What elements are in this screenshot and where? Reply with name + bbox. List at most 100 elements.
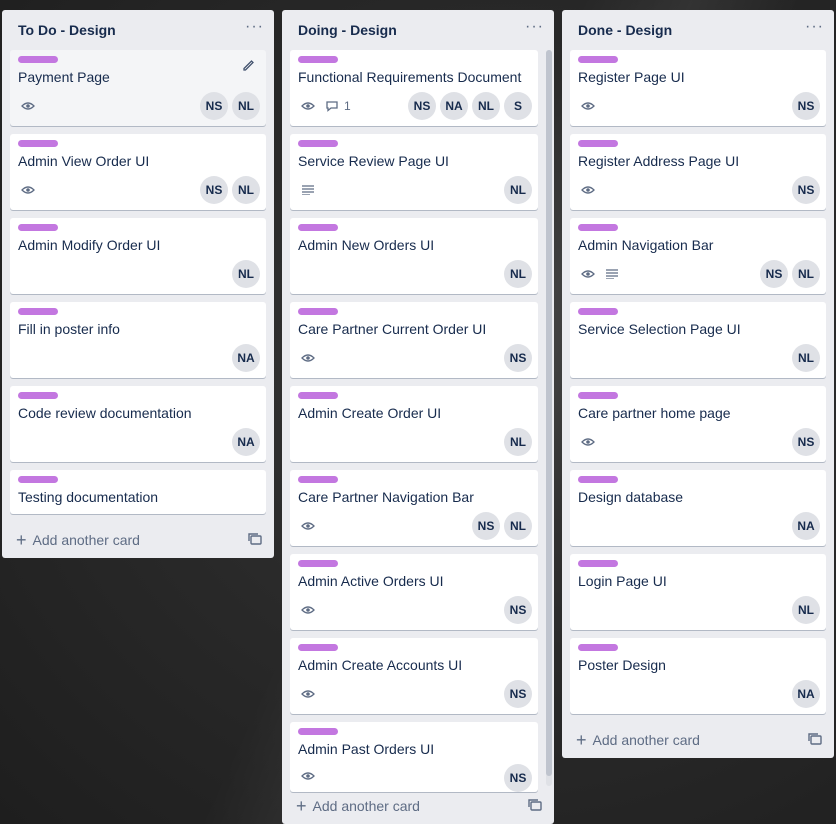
label-purple[interactable] [298,644,338,651]
card[interactable]: Care Partner Navigation Bar NS NL [290,470,538,546]
list-title[interactable]: To Do - Design [18,22,116,38]
member-avatar[interactable]: NL [792,344,820,372]
template-icon[interactable] [528,798,542,814]
member-avatar[interactable]: NA [440,92,468,120]
card[interactable]: Admin Past Orders UI NS [290,722,538,792]
card-title: Care partner home page [578,405,731,421]
card-title: Design database [578,489,684,505]
card-title: Care Partner Navigation Bar [298,489,474,505]
card[interactable]: Admin View Order UI NS NL [10,134,266,210]
card[interactable]: Admin Active Orders UI NS [290,554,538,630]
list-title[interactable]: Done - Design [578,22,672,38]
member-avatar[interactable]: NS [760,260,788,288]
list-title[interactable]: Doing - Design [298,22,397,38]
member-avatar[interactable]: NS [472,512,500,540]
scrollbar-thumb[interactable] [546,50,552,776]
card[interactable]: Care partner home page NS [570,386,826,462]
eye-icon [20,182,36,198]
template-icon[interactable] [248,532,262,548]
card[interactable]: Admin Create Order UI NL [290,386,538,462]
label-purple[interactable] [298,56,338,63]
member-avatar[interactable]: NS [504,344,532,372]
label-purple[interactable] [18,476,58,483]
label-purple[interactable] [578,140,618,147]
member-avatar[interactable]: NS [792,92,820,120]
member-avatar[interactable]: NS [408,92,436,120]
label-purple[interactable] [18,56,58,63]
card[interactable]: Functional Requirements Document 1 NS NA… [290,50,538,126]
card[interactable]: Design database NA [570,470,826,546]
card[interactable]: Admin Modify Order UI NL [10,218,266,294]
label-purple[interactable] [578,308,618,315]
list-menu-icon[interactable]: ··· [525,19,544,37]
member-avatar[interactable]: NL [232,260,260,288]
card[interactable]: Service Review Page UI NL [290,134,538,210]
label-purple[interactable] [298,728,338,735]
eye-icon [580,266,596,282]
list-todo-design: To Do - Design ··· Payment Page NS NL Ad… [2,10,274,558]
label-purple[interactable] [578,392,618,399]
label-purple[interactable] [298,560,338,567]
label-purple[interactable] [18,308,58,315]
member-avatar[interactable]: NS [200,176,228,204]
list-menu-icon[interactable]: ··· [805,19,824,37]
add-card-button[interactable]: + Add another card [16,531,140,549]
card[interactable]: Admin New Orders UI NL [290,218,538,294]
member-avatar[interactable]: NA [232,428,260,456]
card[interactable]: Care Partner Current Order UI NS [290,302,538,378]
member-avatar[interactable]: NL [504,428,532,456]
member-avatar[interactable]: NS [504,596,532,624]
label-purple[interactable] [298,308,338,315]
member-avatar[interactable]: NL [504,512,532,540]
card-title: Register Page UI [578,69,685,85]
label-purple[interactable] [18,392,58,399]
card[interactable]: Admin Navigation Bar NS NL [570,218,826,294]
member-avatar[interactable]: NA [792,680,820,708]
member-avatar[interactable]: S [504,92,532,120]
list-menu-icon[interactable]: ··· [245,19,264,37]
card[interactable]: Code review documentation NA [10,386,266,462]
template-icon[interactable] [808,732,822,748]
label-purple[interactable] [18,140,58,147]
card[interactable]: Poster Design NA [570,638,826,714]
label-purple[interactable] [578,476,618,483]
card[interactable]: Fill in poster info NA [10,302,266,378]
label-purple[interactable] [298,224,338,231]
member-avatar[interactable]: NS [792,428,820,456]
label-purple[interactable] [578,56,618,63]
card[interactable]: Service Selection Page UI NL [570,302,826,378]
card-title: Code review documentation [18,405,192,421]
add-card-button[interactable]: + Add another card [296,797,420,815]
card[interactable]: Register Page UI NS [570,50,826,126]
member-avatar[interactable]: NL [504,260,532,288]
label-purple[interactable] [298,476,338,483]
member-avatar[interactable]: NL [504,176,532,204]
card-title: Admin Past Orders UI [298,741,435,757]
edit-pencil-icon[interactable] [242,58,256,77]
member-avatar[interactable]: NL [792,596,820,624]
add-card-button[interactable]: + Add another card [576,731,700,749]
member-avatar[interactable]: NA [232,344,260,372]
comment-icon [324,98,340,114]
label-purple[interactable] [578,644,618,651]
member-avatar[interactable]: NS [200,92,228,120]
member-avatar[interactable]: NL [472,92,500,120]
card[interactable]: Payment Page NS NL [10,50,266,126]
member-avatar[interactable]: NA [792,512,820,540]
card[interactable]: Admin Create Accounts UI NS [290,638,538,714]
card[interactable]: Login Page UI NL [570,554,826,630]
member-avatar[interactable]: NS [504,680,532,708]
label-purple[interactable] [18,224,58,231]
card[interactable]: Testing documentation [10,470,266,514]
card[interactable]: Register Address Page UI NS [570,134,826,210]
add-card-row: + Add another card [2,522,274,558]
label-purple[interactable] [298,140,338,147]
member-avatar[interactable]: NL [232,176,260,204]
label-purple[interactable] [578,224,618,231]
scrollbar[interactable] [546,50,552,786]
member-avatar[interactable]: NL [232,92,260,120]
label-purple[interactable] [578,560,618,567]
member-avatar[interactable]: NS [792,176,820,204]
label-purple[interactable] [298,392,338,399]
member-avatar[interactable]: NL [792,260,820,288]
